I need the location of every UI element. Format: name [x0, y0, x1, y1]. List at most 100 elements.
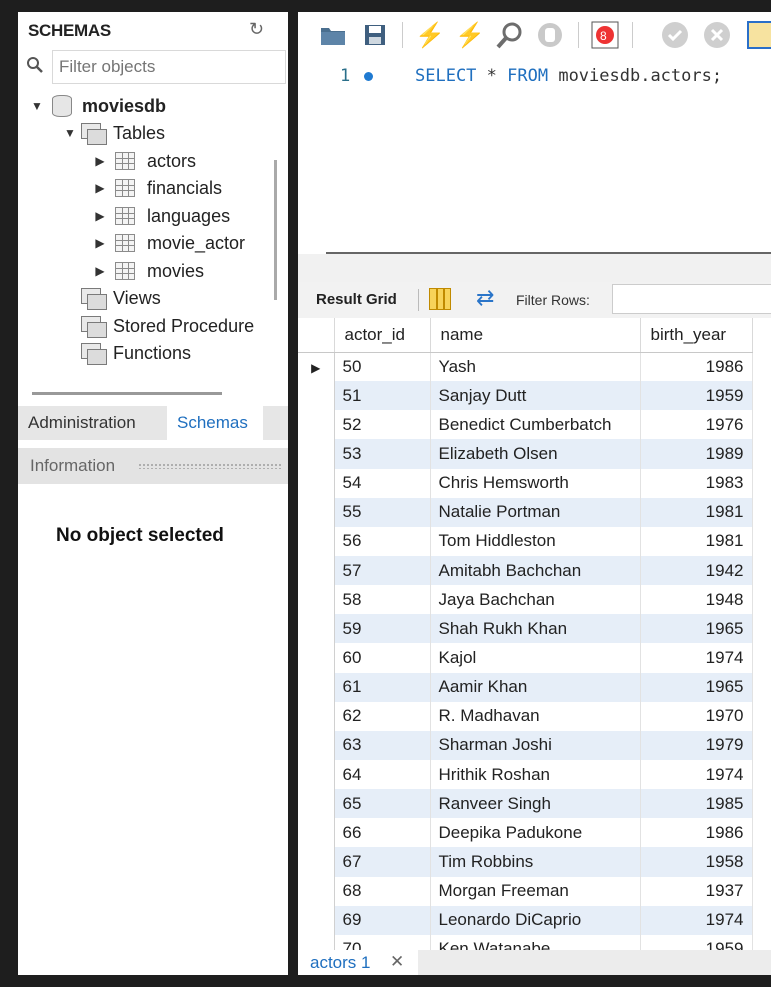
tree-node-views[interactable]: Views: [81, 285, 161, 311]
cell-actor-id[interactable]: 66: [334, 818, 431, 848]
refresh-schemas-icon[interactable]: ↻: [249, 19, 264, 40]
column-header[interactable]: actor_id: [334, 318, 431, 353]
grid-toggle-icon[interactable]: [429, 288, 451, 310]
cell-actor-id[interactable]: 67: [334, 847, 431, 877]
row-indicator[interactable]: ▶: [298, 352, 335, 382]
tree-node-moviesdb[interactable]: ▼ moviesdb: [30, 93, 166, 119]
tree-table-movies[interactable]: ▶ movies: [93, 258, 204, 284]
panel-splitter[interactable]: [32, 392, 222, 395]
cell-birth-year[interactable]: 1989: [640, 439, 753, 469]
cell-name[interactable]: Aamir Khan: [430, 672, 641, 702]
column-header[interactable]: birth_year: [640, 318, 753, 353]
cell-birth-year[interactable]: 1979: [640, 730, 753, 760]
cell-actor-id[interactable]: 59: [334, 614, 431, 644]
cell-name[interactable]: Shah Rukh Khan: [430, 614, 641, 644]
table-row[interactable]: 55 Natalie Portman 1981: [298, 497, 753, 527]
close-icon[interactable]: ✕: [390, 952, 404, 972]
table-row[interactable]: 51 Sanjay Dutt 1959: [298, 381, 753, 411]
cell-name[interactable]: Chris Hemsworth: [430, 468, 641, 498]
cell-name[interactable]: Sharman Joshi: [430, 730, 641, 760]
open-folder-icon[interactable]: [318, 20, 348, 50]
cell-birth-year[interactable]: 1981: [640, 526, 753, 556]
toggle-error-icon[interactable]: 8: [590, 20, 620, 50]
tree-scrollbar[interactable]: [274, 160, 277, 300]
table-row[interactable]: 69 Leonardo DiCaprio 1974: [298, 905, 753, 935]
table-row[interactable]: 60 Kajol 1974: [298, 643, 753, 673]
refresh-icon[interactable]: ⇄: [476, 285, 494, 311]
cell-actor-id[interactable]: 63: [334, 730, 431, 760]
cell-birth-year[interactable]: 1937: [640, 876, 753, 906]
cell-name[interactable]: Kajol: [430, 643, 641, 673]
cell-actor-id[interactable]: 70: [334, 934, 431, 950]
cell-birth-year[interactable]: 1976: [640, 410, 753, 440]
collapsed-arrow-icon[interactable]: ▶: [93, 264, 107, 278]
cell-actor-id[interactable]: 52: [334, 410, 431, 440]
cell-name[interactable]: Elizabeth Olsen: [430, 439, 641, 469]
cell-birth-year[interactable]: 1958: [640, 847, 753, 877]
collapsed-arrow-icon[interactable]: ▶: [93, 236, 107, 250]
row-indicator[interactable]: [298, 410, 335, 440]
table-row[interactable]: 68 Morgan Freeman 1937: [298, 876, 753, 906]
table-row[interactable]: 62 R. Madhavan 1970: [298, 701, 753, 731]
cell-actor-id[interactable]: 50: [334, 352, 431, 382]
table-row[interactable]: 54 Chris Hemsworth 1983: [298, 468, 753, 498]
cell-name[interactable]: Tim Robbins: [430, 847, 641, 877]
row-indicator[interactable]: [298, 497, 335, 527]
table-row[interactable]: ▶ 50 Yash 1986: [298, 352, 753, 382]
tree-table-actors[interactable]: ▶ actors: [93, 148, 196, 174]
cell-actor-id[interactable]: 57: [334, 555, 431, 586]
execute-icon[interactable]: ⚡: [415, 20, 445, 50]
table-row[interactable]: 67 Tim Robbins 1958: [298, 847, 753, 877]
cell-actor-id[interactable]: 69: [334, 905, 431, 935]
cell-actor-id[interactable]: 58: [334, 585, 431, 615]
table-row[interactable]: 52 Benedict Cumberbatch 1976: [298, 410, 753, 440]
cell-birth-year[interactable]: 1974: [640, 759, 753, 790]
row-indicator[interactable]: [298, 643, 335, 673]
cell-name[interactable]: Ranveer Singh: [430, 789, 641, 819]
cell-name[interactable]: Jaya Bachchan: [430, 585, 641, 615]
save-icon[interactable]: [360, 20, 390, 50]
cell-actor-id[interactable]: 53: [334, 439, 431, 469]
row-indicator[interactable]: [298, 730, 335, 760]
row-indicator[interactable]: [298, 381, 335, 411]
expanded-arrow-icon[interactable]: ▼: [30, 99, 44, 113]
cell-birth-year[interactable]: 1981: [640, 497, 753, 527]
cell-name[interactable]: Amitabh Bachchan: [430, 555, 641, 586]
table-row[interactable]: 65 Ranveer Singh 1985: [298, 789, 753, 819]
cell-actor-id[interactable]: 60: [334, 643, 431, 673]
cell-name[interactable]: Deepika Padukone: [430, 818, 641, 848]
result-grid-label[interactable]: Result Grid: [316, 291, 397, 308]
row-indicator[interactable]: [298, 789, 335, 819]
row-indicator[interactable]: [298, 672, 335, 702]
cell-birth-year[interactable]: 1986: [640, 352, 753, 382]
tree-node-functions[interactable]: Functions: [81, 340, 191, 366]
collapsed-arrow-icon[interactable]: ▶: [93, 209, 107, 223]
table-row[interactable]: 53 Elizabeth Olsen 1989: [298, 439, 753, 469]
table-row[interactable]: 59 Shah Rukh Khan 1965: [298, 614, 753, 644]
row-indicator[interactable]: [298, 585, 335, 615]
execute-current-icon[interactable]: ⚡: [455, 20, 485, 50]
rollback-icon[interactable]: [702, 20, 732, 50]
cell-name[interactable]: Yash: [430, 352, 641, 382]
cell-actor-id[interactable]: 64: [334, 759, 431, 790]
commit-icon[interactable]: [660, 20, 690, 50]
cell-birth-year[interactable]: 1970: [640, 701, 753, 731]
result-grid[interactable]: actor_id name birth_year ▶ 50 Yash 1986 51 Sa…: [298, 318, 771, 950]
cell-actor-id[interactable]: 55: [334, 497, 431, 527]
cell-actor-id[interactable]: 56: [334, 526, 431, 556]
cell-actor-id[interactable]: 54: [334, 468, 431, 498]
column-header[interactable]: name: [430, 318, 641, 353]
row-indicator[interactable]: [298, 818, 335, 848]
cell-actor-id[interactable]: 65: [334, 789, 431, 819]
cell-birth-year[interactable]: 1985: [640, 789, 753, 819]
tree-table-languages[interactable]: ▶ languages: [93, 203, 230, 229]
row-indicator[interactable]: [298, 439, 335, 469]
tree-table-movie-actor[interactable]: ▶ movie_actor: [93, 230, 245, 256]
cell-birth-year[interactable]: 1965: [640, 672, 753, 702]
table-row[interactable]: 56 Tom Hiddleston 1981: [298, 526, 753, 556]
cell-name[interactable]: Leonardo DiCaprio: [430, 905, 641, 935]
row-indicator[interactable]: [298, 468, 335, 498]
tab-actors-1[interactable]: actors 1 ✕: [298, 950, 418, 975]
cell-name[interactable]: R. Madhavan: [430, 701, 641, 731]
cell-birth-year[interactable]: 1974: [640, 643, 753, 673]
